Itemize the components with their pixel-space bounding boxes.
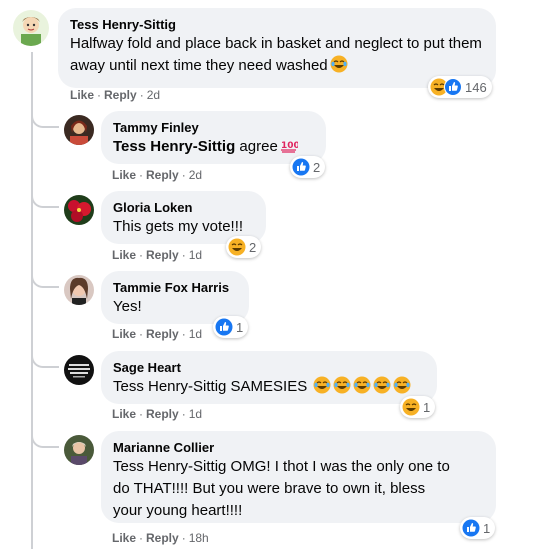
laughing-tears-icon xyxy=(373,376,391,394)
comment-actions: Like · Reply · 18h xyxy=(112,531,209,545)
like-link[interactable]: Like xyxy=(112,327,136,341)
reaction-count: 146 xyxy=(465,79,487,95)
reaction-count: 1 xyxy=(236,319,244,335)
comment-text: Tess Henry-Sittig SAMESIES xyxy=(113,376,425,398)
comment-time[interactable]: 2d xyxy=(147,88,160,102)
laughing-tears-icon xyxy=(313,376,331,394)
like-link[interactable]: Like xyxy=(112,168,136,182)
thread-line xyxy=(31,52,33,549)
hundred-points-icon: 100 xyxy=(280,136,298,154)
comment-text: Yes! xyxy=(113,298,142,315)
comment-time[interactable]: 1d xyxy=(189,407,202,421)
comment-actions: Like · Reply · 2d xyxy=(70,88,161,102)
reply-link[interactable]: Reply xyxy=(104,88,137,102)
reaction-summary[interactable]: 1 xyxy=(400,396,436,418)
thread-branch xyxy=(31,434,59,448)
laughing-tears-icon xyxy=(393,376,411,394)
comment-bubble: Tess Henry-Sittig Halfway fold and place… xyxy=(58,8,496,88)
reaction-summary[interactable]: 1 xyxy=(460,517,496,539)
like-icon xyxy=(444,78,462,96)
reaction-count: 1 xyxy=(423,399,431,415)
laughing-tears-icon xyxy=(353,376,371,394)
comment-author[interactable]: Marianne Collier xyxy=(113,439,484,456)
reaction-count: 1 xyxy=(483,520,491,536)
comment-text: Tess Henry-Sittig OMG! I thot I was the … xyxy=(113,458,450,519)
comment-author[interactable]: Sage Heart xyxy=(113,359,425,376)
comment-actions: Like · Reply · 2d xyxy=(112,168,203,182)
avatar[interactable] xyxy=(64,435,94,465)
haha-icon xyxy=(402,398,420,416)
reaction-count: 2 xyxy=(249,239,257,255)
comment-author[interactable]: Tammy Finley xyxy=(113,119,314,136)
avatar[interactable] xyxy=(64,195,94,225)
comment-actions: Like · Reply · 1d xyxy=(112,407,203,421)
reaction-summary[interactable]: 146 xyxy=(428,76,492,98)
comment-bubble: Marianne Collier Tess Henry-Sittig OMG! … xyxy=(101,431,496,523)
comment-actions: Like · Reply · 1d xyxy=(112,248,203,262)
avatar[interactable] xyxy=(64,275,94,305)
comment-time[interactable]: 18h xyxy=(189,531,209,545)
reaction-summary[interactable]: 2 xyxy=(226,236,262,258)
reply-link[interactable]: Reply xyxy=(146,327,179,341)
haha-icon xyxy=(228,238,246,256)
like-icon xyxy=(215,318,233,336)
comment-time[interactable]: 1d xyxy=(189,327,202,341)
comment-actions: Like · Reply · 1d xyxy=(112,327,203,341)
reply-link[interactable]: Reply xyxy=(146,168,179,182)
reaction-count: 2 xyxy=(313,159,321,175)
comment-bubble: Tammy Finley Tess Henry-Sittig agree 100 xyxy=(101,111,326,164)
reply-link[interactable]: Reply xyxy=(146,248,179,262)
comment-time[interactable]: 1d xyxy=(189,248,202,262)
comment-text: Tess Henry-Sittig agree 100 xyxy=(113,136,298,155)
like-icon xyxy=(462,519,480,537)
thread-branch xyxy=(31,114,59,128)
thread-branch xyxy=(31,194,59,208)
laughing-tears-icon xyxy=(333,376,351,394)
comment-text: This gets my vote!!! xyxy=(113,218,244,235)
reaction-summary[interactable]: 2 xyxy=(290,156,326,178)
reaction-summary[interactable]: 1 xyxy=(213,316,249,338)
comment-author[interactable]: Tess Henry-Sittig xyxy=(70,16,484,33)
mention-link[interactable]: Tess Henry-Sittig xyxy=(113,138,235,155)
avatar[interactable] xyxy=(13,10,49,46)
reply-link[interactable]: Reply xyxy=(146,407,179,421)
like-link[interactable]: Like xyxy=(112,407,136,421)
like-link[interactable]: Like xyxy=(112,531,136,545)
like-icon xyxy=(292,158,310,176)
like-link[interactable]: Like xyxy=(70,88,94,102)
like-link[interactable]: Like xyxy=(112,248,136,262)
comment-author[interactable]: Gloria Loken xyxy=(113,199,254,216)
laughing-tears-icon xyxy=(330,55,348,73)
avatar[interactable] xyxy=(64,115,94,145)
comment-author[interactable]: Tammie Fox Harris xyxy=(113,279,237,296)
comment-time[interactable]: 2d xyxy=(189,168,202,182)
reply-link[interactable]: Reply xyxy=(146,531,179,545)
avatar[interactable] xyxy=(64,355,94,385)
comment-text: Halfway fold and place back in basket an… xyxy=(70,35,482,74)
comment-bubble: Sage Heart Tess Henry-Sittig SAMESIES xyxy=(101,351,437,404)
thread-branch xyxy=(31,274,59,288)
thread-branch xyxy=(31,354,59,368)
